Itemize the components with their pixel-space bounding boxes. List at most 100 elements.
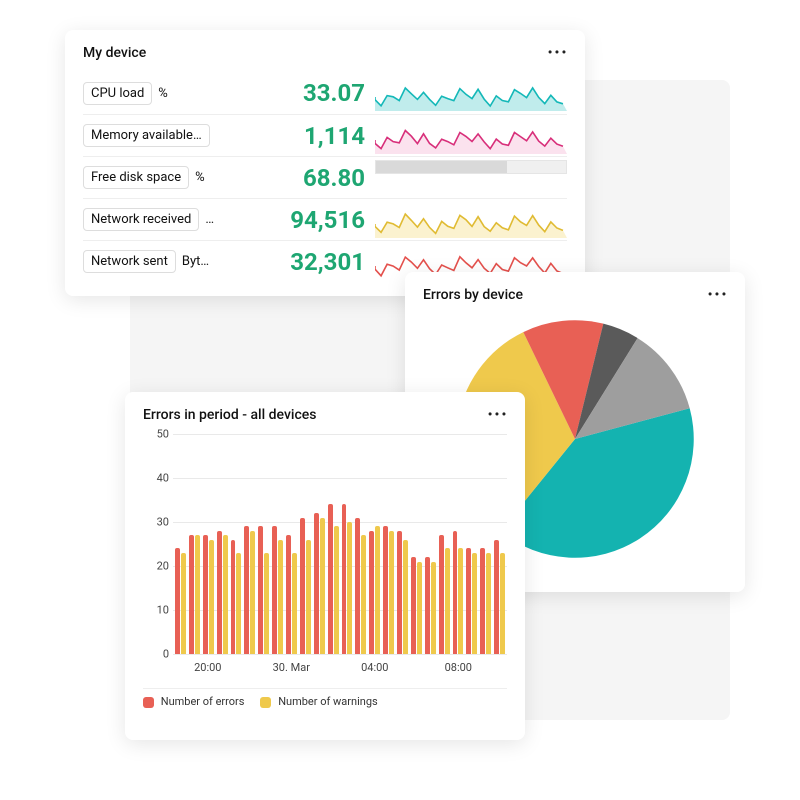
metric-chip[interactable]: CPU load — [83, 82, 152, 105]
bar-group — [231, 434, 242, 654]
metric-row: CPU load % 33.07 — [83, 72, 567, 114]
card-title: My device — [83, 45, 146, 61]
bar — [300, 518, 305, 654]
errors-bar-chart: 01020304050 20:0030. Mar04:0008:00 — [143, 434, 507, 682]
legend-item-warnings: Number of warnings — [260, 695, 377, 708]
bar-group — [355, 434, 366, 654]
bar-group — [189, 434, 200, 654]
sparkline — [375, 160, 567, 196]
bar — [383, 526, 388, 654]
more-icon[interactable]: ••• — [489, 406, 507, 424]
bar — [486, 553, 491, 654]
metric-chip[interactable]: Memory available… — [83, 124, 210, 147]
more-icon[interactable]: ••• — [709, 286, 727, 304]
bar — [223, 535, 228, 654]
metric-name: Network sent Byt… — [83, 250, 263, 273]
card-title: Errors in period - all devices — [143, 407, 316, 423]
my-device-card: My device ••• CPU load % 33.07 Memory av… — [65, 30, 585, 296]
metric-unit: … — [205, 212, 214, 227]
y-tick: 0 — [163, 648, 169, 661]
bar-group — [342, 434, 353, 654]
bar — [425, 557, 430, 654]
y-tick: 40 — [157, 472, 169, 485]
bar — [411, 557, 416, 654]
card-title: Errors by device — [423, 287, 523, 303]
metric-name: CPU load % — [83, 82, 263, 105]
bar — [217, 531, 222, 654]
sparkline — [375, 118, 567, 154]
bar — [466, 548, 471, 654]
bar-group — [258, 434, 269, 654]
bar-group — [425, 434, 436, 654]
bar — [439, 535, 444, 654]
bar — [272, 526, 277, 654]
metric-row: Network received … 94,516 — [83, 198, 567, 240]
bar — [231, 540, 236, 654]
bar-group — [466, 434, 477, 654]
bar-group — [480, 434, 491, 654]
bar — [258, 526, 263, 654]
bar — [480, 548, 485, 654]
bar — [292, 553, 297, 654]
bar — [458, 548, 463, 654]
bar-group — [272, 434, 283, 654]
y-tick: 20 — [157, 560, 169, 573]
bar — [209, 540, 214, 654]
x-tick: 30. Mar — [273, 661, 310, 674]
bar-group — [383, 434, 394, 654]
metric-value: 32,301 — [263, 248, 375, 276]
metric-chip[interactable]: Network received — [83, 208, 199, 231]
metric-value: 94,516 — [263, 206, 375, 234]
sparkline — [375, 202, 567, 238]
bar — [472, 553, 477, 654]
metric-unit: % — [158, 86, 168, 101]
bar-group — [453, 434, 464, 654]
x-tick: 04:00 — [361, 661, 388, 674]
bar-group — [411, 434, 422, 654]
bar-group — [175, 434, 186, 654]
errors-in-period-card: Errors in period - all devices ••• 0 10 20… — [125, 392, 525, 740]
metric-value: 33.07 — [263, 79, 375, 107]
bar — [306, 540, 311, 654]
metric-value: 68.80 — [263, 164, 375, 192]
bar — [181, 553, 186, 654]
metric-unit: Byt… — [182, 254, 209, 269]
x-tick: 20:00 — [194, 661, 221, 674]
more-icon[interactable]: ••• — [549, 44, 567, 62]
swatch-icon — [143, 697, 154, 708]
bar — [334, 526, 339, 654]
bar — [195, 535, 200, 654]
metric-name: Network received … — [83, 208, 263, 231]
bar-group — [369, 434, 380, 654]
bar — [403, 540, 408, 654]
y-tick: 10 — [157, 604, 169, 617]
bar — [397, 531, 402, 654]
bar — [320, 518, 325, 654]
metric-chip[interactable]: Free disk space — [83, 166, 189, 189]
bar-group — [217, 434, 228, 654]
metric-unit: % — [195, 170, 205, 185]
bar — [389, 531, 394, 654]
bar-group — [494, 434, 505, 654]
bar — [250, 531, 255, 654]
bar — [175, 548, 180, 654]
metric-name: Memory available… — [83, 124, 263, 147]
bar — [347, 522, 352, 654]
y-tick: 30 — [157, 516, 169, 529]
bar — [453, 531, 458, 654]
legend: Number of errors Number of warnings — [143, 688, 507, 708]
x-tick: 08:00 — [445, 661, 472, 674]
progress-bar — [375, 160, 567, 174]
bar — [417, 562, 422, 654]
bar — [189, 535, 194, 654]
bar-group — [203, 434, 214, 654]
bar-group — [328, 434, 339, 654]
bar — [286, 535, 291, 654]
metric-list: CPU load % 33.07 Memory available… 1,114 — [83, 72, 567, 282]
bar-group — [286, 434, 297, 654]
metric-row: Memory available… 1,114 — [83, 114, 567, 156]
metric-chip[interactable]: Network sent — [83, 250, 176, 273]
bar — [244, 526, 249, 654]
bar — [500, 553, 505, 654]
bar-group — [244, 434, 255, 654]
